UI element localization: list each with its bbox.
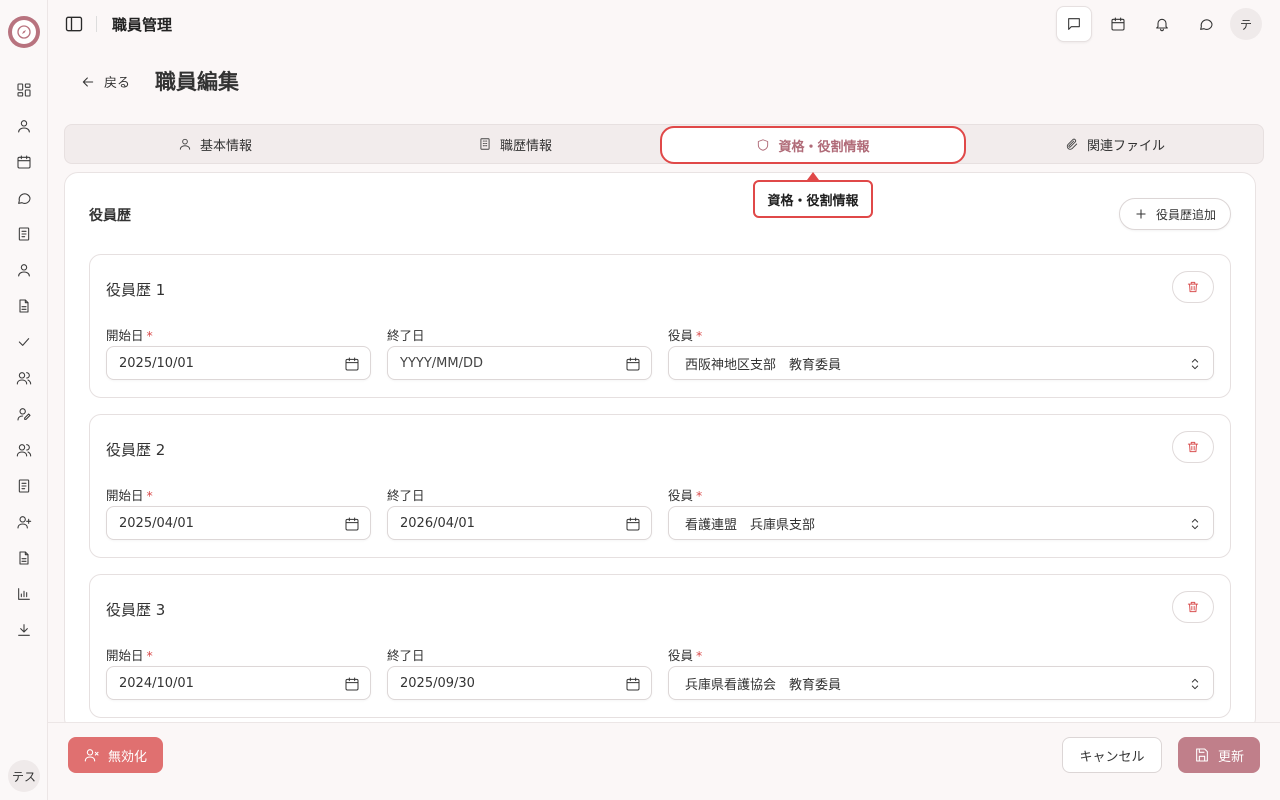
end-date-label: 終了日 xyxy=(387,488,425,503)
user-add-icon[interactable] xyxy=(14,512,34,532)
cancel-button[interactable]: キャンセル xyxy=(1062,737,1162,773)
role-label: 役員 * xyxy=(668,648,703,663)
calendar-icon[interactable] xyxy=(625,516,641,532)
tab-basic-info[interactable]: 基本情報 xyxy=(65,125,365,163)
role-label: 役員 * xyxy=(668,488,703,503)
delete-entry-button[interactable] xyxy=(1172,431,1214,463)
entry-title: 役員歴 2 xyxy=(106,441,166,459)
team-icon[interactable] xyxy=(14,440,34,460)
tab-tooltip: 資格・役割情報 xyxy=(753,180,873,218)
end-date-label: 終了日 xyxy=(387,648,425,663)
header-avatar[interactable]: テ xyxy=(1230,8,1262,40)
tab-career-info[interactable]: 職歴情報 xyxy=(365,125,665,163)
plus-icon xyxy=(1136,209,1146,219)
entry-title: 役員歴 1 xyxy=(106,281,166,299)
role-history-entry: 役員歴 1 開始日 * 終了日 役員 * 2025/10/01 YYYY/MM/DD… xyxy=(89,254,1231,398)
start-date-input[interactable]: 2024/10/01 xyxy=(106,666,371,700)
role-select[interactable]: 兵庫県看護協会 教育委員 xyxy=(668,666,1214,700)
trash-icon xyxy=(1187,281,1199,293)
end-date-input[interactable]: 2025/09/30 xyxy=(387,666,652,700)
dashboard-icon[interactable] xyxy=(14,80,34,100)
role-select[interactable]: 西阪神地区支部 教育委員 xyxy=(668,346,1214,380)
start-date-input[interactable]: 2025/10/01 xyxy=(106,346,371,380)
arrow-left-icon xyxy=(82,76,94,87)
chevron-up-down-icon xyxy=(1187,516,1203,532)
header-title: 職員管理 xyxy=(112,16,173,34)
document-icon[interactable] xyxy=(14,296,34,316)
user-profile-icon[interactable] xyxy=(14,260,34,280)
role-label: 役員 * xyxy=(668,328,703,343)
compass-icon xyxy=(12,20,36,44)
update-button[interactable]: 更新 xyxy=(1178,737,1260,773)
chat-icon[interactable] xyxy=(14,188,34,208)
end-date-label: 終了日 xyxy=(387,328,425,343)
calendar-icon[interactable] xyxy=(344,676,360,692)
user-x-icon xyxy=(84,749,99,762)
trash-icon xyxy=(1187,601,1199,613)
chevron-up-down-icon xyxy=(1187,676,1203,692)
calendar-icon[interactable] xyxy=(625,676,641,692)
tab-related-files[interactable]: 関連ファイル xyxy=(965,125,1265,163)
user-avatar[interactable]: テス xyxy=(8,760,40,792)
entry-title: 役員歴 3 xyxy=(106,601,166,619)
role-history-entry: 役員歴 2 開始日 * 終了日 役員 * 2025/04/01 2026/04/01… xyxy=(89,414,1231,558)
building-icon xyxy=(480,138,490,150)
app-logo[interactable] xyxy=(8,16,40,48)
message-button[interactable] xyxy=(1056,6,1092,42)
header-divider xyxy=(96,16,97,32)
delete-entry-button[interactable] xyxy=(1172,591,1214,623)
add-role-history-button[interactable]: 役員歴追加 xyxy=(1118,198,1231,230)
end-date-input[interactable]: YYYY/MM/DD xyxy=(387,346,652,380)
calendar-icon[interactable] xyxy=(14,152,34,172)
users-icon[interactable] xyxy=(14,368,34,388)
tab-qualification-role[interactable]: 資格・役割情報 xyxy=(660,126,966,164)
page-title: 職員編集 xyxy=(155,70,239,94)
user-icon xyxy=(179,138,191,150)
end-date-input[interactable]: 2026/04/01 xyxy=(387,506,652,540)
start-date-input[interactable]: 2025/04/01 xyxy=(106,506,371,540)
back-button[interactable]: 戻る xyxy=(80,72,130,91)
save-icon xyxy=(1196,748,1208,762)
check-icon[interactable] xyxy=(14,332,34,352)
chevron-up-down-icon xyxy=(1187,356,1203,372)
download-icon[interactable] xyxy=(14,620,34,640)
calendar-icon[interactable] xyxy=(344,516,360,532)
sidebar-toggle-icon[interactable] xyxy=(64,14,84,34)
records-icon[interactable] xyxy=(14,476,34,496)
disable-button[interactable]: 無効化 xyxy=(68,737,163,773)
tab-bar: 基本情報 職歴情報 資格・役割情報 関連ファイル xyxy=(64,124,1264,164)
bell-icon xyxy=(1156,18,1168,32)
section-title: 役員歴 xyxy=(89,208,131,224)
start-date-label: 開始日 * xyxy=(106,328,153,343)
shield-icon xyxy=(758,139,769,151)
notebook-icon[interactable] xyxy=(14,224,34,244)
start-date-label: 開始日 * xyxy=(106,648,153,663)
calendar-button[interactable] xyxy=(1100,6,1136,42)
chat-button[interactable] xyxy=(1188,6,1224,42)
sidebar: テス xyxy=(0,0,48,800)
role-history-entry: 役員歴 3 開始日 * 終了日 役員 * 2024/10/01 2025/09/30… xyxy=(89,574,1231,718)
role-select[interactable]: 看護連盟 兵庫県支部 xyxy=(668,506,1214,540)
footer-bar: 無効化 キャンセル 更新 xyxy=(48,722,1280,800)
bar-chart-icon[interactable] xyxy=(14,584,34,604)
file-text-icon[interactable] xyxy=(14,548,34,568)
notification-button[interactable] xyxy=(1144,6,1180,42)
user-icon[interactable] xyxy=(14,116,34,136)
paperclip-icon xyxy=(1066,138,1078,150)
calendar-icon[interactable] xyxy=(625,356,641,372)
calendar-icon[interactable] xyxy=(344,356,360,372)
message-square-icon xyxy=(1068,18,1080,30)
back-label: 戻る xyxy=(104,76,131,91)
start-date-label: 開始日 * xyxy=(106,488,153,503)
top-header: 職員管理 テ xyxy=(48,0,1280,48)
role-history-card: 役員歴 役員歴追加 役員歴 1 開始日 * 終了日 役員 * 2025/10/01 … xyxy=(64,172,1256,732)
chat-bubble-icon xyxy=(1200,19,1213,30)
delete-entry-button[interactable] xyxy=(1172,271,1214,303)
calendar-icon xyxy=(1111,17,1125,31)
tooltip-arrow xyxy=(807,172,819,180)
trash-icon xyxy=(1187,441,1199,453)
user-edit-icon[interactable] xyxy=(14,404,34,424)
